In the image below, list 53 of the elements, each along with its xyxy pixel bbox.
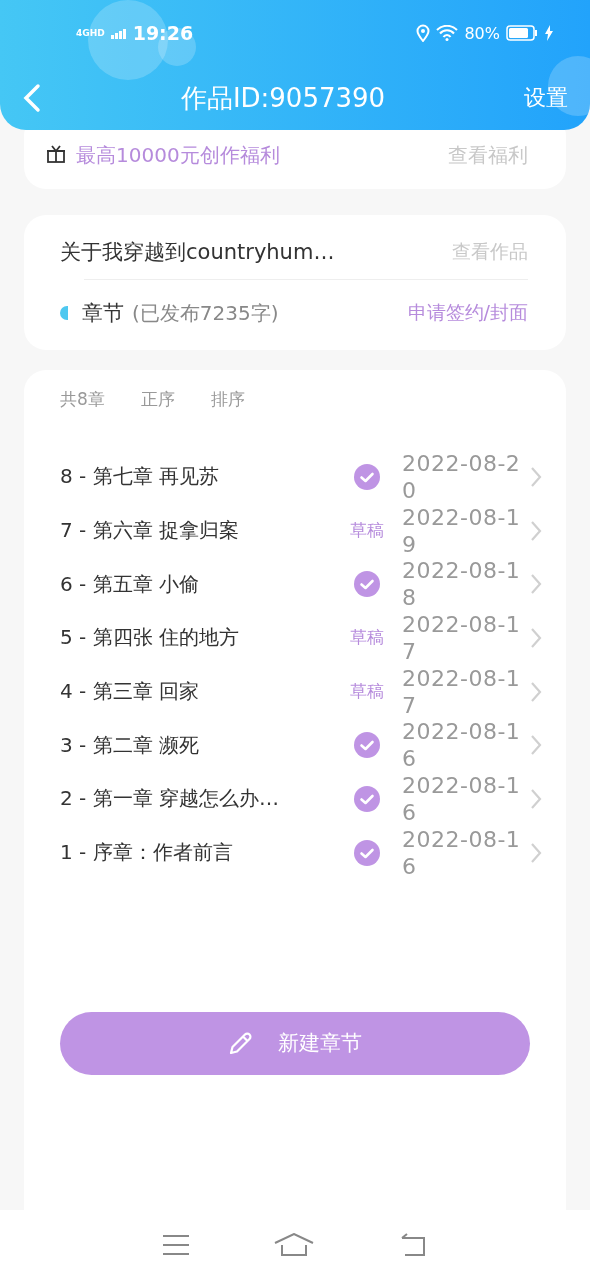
network-label: 4GHD (76, 28, 105, 38)
chapter-date: 2022-08-16 (402, 771, 522, 826)
chapter-title[interactable]: 5 - 第四张 住的地方 (60, 624, 342, 652)
wifi-icon (436, 25, 459, 41)
chevron-right-icon[interactable] (530, 841, 542, 864)
chapter-date: 2022-08-20 (402, 449, 522, 504)
draft-label: 草稿 (350, 626, 384, 650)
chevron-right-icon[interactable] (530, 787, 542, 810)
page-title: 作品ID:9057390 (179, 81, 387, 115)
chapter-date: 2022-08-19 (402, 503, 522, 558)
check-icon (354, 463, 380, 490)
chapter-title[interactable]: 1 - 序章：作者前言 (60, 839, 342, 867)
chapter-date: 2022-08-17 (402, 664, 522, 719)
draft-label: 草稿 (350, 680, 384, 704)
chapter-title[interactable]: 8 - 第七章 再见苏 (60, 463, 342, 491)
chapter-title[interactable]: 6 - 第五章 小偷 (60, 570, 342, 598)
welfare-text: 最高10000元创作福利 (76, 142, 280, 169)
chevron-right-icon[interactable] (530, 465, 542, 488)
chapter-title[interactable]: 4 - 第三章 回家 (60, 678, 342, 706)
chevron-right-icon[interactable] (530, 519, 542, 542)
pencil-icon (228, 1030, 254, 1056)
chapter-date: 2022-08-16 (402, 718, 522, 773)
chapter-title[interactable]: 7 - 第六章 捉拿归案 (60, 517, 342, 545)
back-button[interactable] (22, 83, 42, 113)
menu-icon[interactable] (162, 1234, 190, 1256)
check-icon (354, 785, 380, 812)
location-icon (416, 24, 431, 42)
chapter-title[interactable]: 3 - 第二章 濒死 (60, 731, 342, 759)
draft-label: 草稿 (350, 519, 384, 543)
chevron-right-icon[interactable] (530, 734, 542, 757)
chevron-right-icon[interactable] (530, 626, 542, 649)
section-marker (60, 306, 68, 320)
chevron-right-icon[interactable] (530, 573, 542, 596)
bubble-decoration (548, 56, 590, 116)
work-title: 关于我穿越到countryhum… (60, 239, 335, 266)
chapter-date: 2022-08-17 (402, 610, 522, 665)
published-count: (已发布7235字) (132, 299, 279, 327)
status-time: 19:26 (132, 22, 194, 44)
chapter-date: 2022-08-18 (402, 557, 522, 612)
battery-icon (506, 25, 538, 41)
check-icon (354, 839, 380, 866)
check-icon (354, 732, 380, 759)
charging-icon (544, 25, 554, 41)
signal-icon (110, 27, 127, 39)
chevron-right-icon[interactable] (530, 680, 542, 703)
check-icon (354, 571, 380, 598)
home-icon[interactable] (274, 1233, 314, 1257)
section-label: 章节 (82, 300, 124, 327)
gift-icon (46, 144, 66, 164)
battery-percent: 80% (464, 23, 500, 43)
chapter-date: 2022-08-16 (402, 825, 522, 880)
chapter-title[interactable]: 2 - 第一章 穿越怎么办… (60, 785, 342, 813)
chapter-count: 共8章 (60, 387, 105, 411)
